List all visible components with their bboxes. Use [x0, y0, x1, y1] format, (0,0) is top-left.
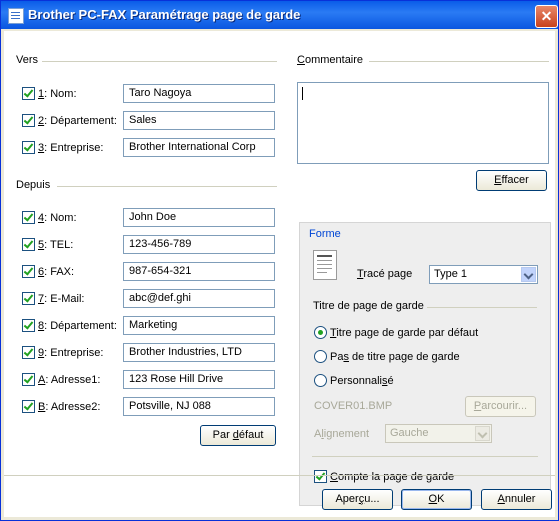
- annuler-button[interactable]: Annuler: [481, 489, 552, 510]
- close-icon: ✕: [540, 8, 553, 24]
- label-departement-exp: 8: Département:: [38, 320, 117, 332]
- field-entreprise-exp[interactable]: Brother Industries, LTD: [123, 343, 275, 362]
- checkbox-entreprise-dest[interactable]: [22, 141, 35, 154]
- close-button[interactable]: ✕: [535, 5, 558, 28]
- field-departement-exp[interactable]: Marketing: [123, 316, 275, 335]
- ok-button[interactable]: OK: [401, 489, 472, 510]
- label-pas-de-titre: Pas de titre page de garde: [330, 351, 460, 363]
- checkbox-entreprise-exp[interactable]: [22, 346, 35, 359]
- window-title: Brother PC-FAX Paramétrage page de garde: [28, 7, 301, 22]
- divider: [369, 61, 549, 62]
- group-label-commentaire: Commentaire: [297, 54, 364, 66]
- label-adresse1: A: Adresse1:: [38, 374, 101, 386]
- radio-personnalise[interactable]: [314, 374, 327, 387]
- alignement-select[interactable]: Gauche: [385, 424, 492, 443]
- label-departement-dest: 2: Département:: [38, 115, 117, 127]
- group-label-vers: Vers: [16, 54, 39, 66]
- field-nom-dest[interactable]: Taro Nagoya: [123, 84, 275, 103]
- label-trace-page: Tracé page: [357, 268, 413, 280]
- checkbox-nom-dest[interactable]: [22, 87, 35, 100]
- cover-page-dialog: Brother PC-FAX Paramétrage page de garde…: [0, 0, 559, 521]
- checkbox-departement-dest[interactable]: [22, 114, 35, 127]
- field-fax[interactable]: 987-654-321: [123, 262, 275, 281]
- chevron-down-icon[interactable]: [521, 267, 536, 282]
- label-alignement: Alignement: [314, 428, 370, 440]
- label-adresse2: B: Adresse2:: [38, 401, 101, 413]
- checkbox-fax[interactable]: [22, 265, 35, 278]
- forme-panel: Forme Tracé page Type 1 Titre de page de…: [299, 222, 551, 506]
- label-titre-defaut: Titre page de garde par défaut: [330, 327, 479, 339]
- dialog-body: Vers 1: Nom: Taro Nagoya 2: Département:…: [4, 31, 555, 517]
- label-compte-page: Compte la page de garde: [330, 471, 455, 483]
- divider: [42, 61, 277, 62]
- checkbox-departement-exp[interactable]: [22, 319, 35, 332]
- title-bar[interactable]: Brother PC-FAX Paramétrage page de garde…: [1, 1, 558, 29]
- label-fax: 6: FAX:: [38, 266, 75, 278]
- checkbox-adresse2[interactable]: [22, 400, 35, 413]
- field-departement-dest[interactable]: Sales: [123, 111, 275, 130]
- checkbox-nom-exp[interactable]: [22, 211, 35, 224]
- trace-page-value: Type 1: [434, 268, 468, 280]
- commentaire-textarea[interactable]: [297, 82, 549, 164]
- checkbox-email[interactable]: [22, 292, 35, 305]
- text-caret: [302, 87, 303, 100]
- cover-file-name: COVER01.BMP: [314, 400, 393, 412]
- effacer-button[interactable]: Effacer: [476, 170, 547, 191]
- alignement-value: Gauche: [390, 427, 429, 439]
- radio-titre-defaut[interactable]: [314, 326, 327, 339]
- fax-document-icon: [8, 8, 24, 24]
- field-tel[interactable]: 123-456-789: [123, 235, 275, 254]
- group-label-depuis: Depuis: [16, 179, 51, 191]
- field-email[interactable]: abc@def.ghi: [123, 289, 275, 308]
- label-personnalise: Personnalisé: [330, 375, 394, 387]
- label-nom-exp: 4: Nom:: [38, 212, 77, 224]
- field-adresse1[interactable]: 123 Rose Hill Drive: [123, 370, 275, 389]
- trace-page-select[interactable]: Type 1: [429, 265, 538, 284]
- field-entreprise-dest[interactable]: Brother International Corp: [123, 138, 275, 157]
- label-entreprise-exp: 9: Entreprise:: [38, 347, 104, 359]
- label-tel: 5: TEL:: [38, 239, 74, 251]
- group-label-forme: Forme: [309, 228, 341, 240]
- checkbox-tel[interactable]: [22, 238, 35, 251]
- divider: [57, 186, 277, 187]
- titre-section-label: Titre de page de garde: [313, 300, 424, 312]
- page-template-icon: [313, 250, 337, 280]
- label-nom-dest: 1: Nom:: [38, 88, 77, 100]
- divider: [4, 475, 555, 476]
- apercu-button[interactable]: Aperçu...: [322, 489, 393, 510]
- label-email: 7: E-Mail:: [38, 293, 85, 305]
- par-defaut-button[interactable]: Par défaut: [200, 425, 276, 446]
- field-nom-exp[interactable]: John Doe: [123, 208, 275, 227]
- divider: [312, 456, 538, 457]
- radio-pas-de-titre[interactable]: [314, 350, 327, 363]
- divider: [427, 307, 537, 308]
- chevron-down-icon[interactable]: [475, 426, 490, 441]
- parcourir-button[interactable]: Parcourir...: [465, 396, 536, 417]
- checkbox-compte-page[interactable]: [314, 470, 327, 483]
- checkbox-adresse1[interactable]: [22, 373, 35, 386]
- label-entreprise-dest: 3: Entreprise:: [38, 142, 104, 154]
- field-adresse2[interactable]: Potsville, NJ 088: [123, 397, 275, 416]
